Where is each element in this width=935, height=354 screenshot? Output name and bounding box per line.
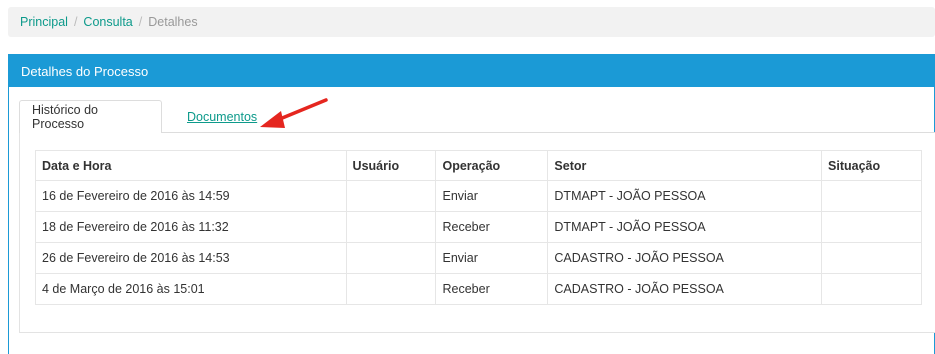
panel-title: Detalhes do Processo [9, 55, 934, 87]
cell-operacao: Enviar [435, 180, 549, 212]
cell-usuario [345, 273, 437, 305]
red-arrow-icon [260, 98, 328, 128]
cell-operacao: Receber [435, 273, 549, 305]
cell-setor: CADASTRO - JOÃO PESSOA [547, 273, 823, 305]
cell-usuario [345, 242, 437, 274]
tab-historico[interactable]: Histórico do Processo [19, 100, 162, 134]
process-details-panel: Detalhes do Processo Histórico do Proces… [8, 54, 935, 354]
cell-data-hora: 18 de Fevereiro de 2016 às 11:32 [35, 211, 347, 243]
column-header-situacao: Situação [821, 150, 922, 181]
column-header-usuario: Usuário [345, 150, 437, 181]
cell-data-hora: 26 de Fevereiro de 2016 às 14:53 [35, 242, 347, 274]
table-row: 4 de Março de 2016 às 15:01 Receber CADA… [35, 273, 922, 305]
cell-setor: CADASTRO - JOÃO PESSOA [547, 242, 823, 274]
tab-documentos[interactable]: Documentos [175, 100, 269, 133]
cell-situacao [821, 211, 922, 243]
breadcrumb-separator: / [138, 15, 143, 29]
cell-setor: DTMAPT - JOÃO PESSOA [547, 211, 823, 243]
table-header-row: Data e Hora Usuário Operação Setor Situa… [35, 150, 922, 181]
breadcrumb-consulta[interactable]: Consulta [83, 15, 132, 29]
breadcrumb-current: Detalhes [148, 15, 198, 29]
cell-situacao [821, 180, 922, 212]
tab-content: Data e Hora Usuário Operação Setor Situa… [19, 133, 935, 333]
cell-usuario [345, 211, 437, 243]
cell-situacao [821, 273, 922, 305]
cell-data-hora: 16 de Fevereiro de 2016 às 14:59 [35, 180, 347, 212]
breadcrumb-principal[interactable]: Principal [20, 15, 68, 29]
column-header-data-hora: Data e Hora [35, 150, 347, 181]
history-table: Data e Hora Usuário Operação Setor Situa… [35, 150, 922, 305]
column-header-operacao: Operação [435, 150, 549, 181]
cell-operacao: Enviar [435, 242, 549, 274]
cell-data-hora: 4 de Março de 2016 às 15:01 [35, 273, 347, 305]
cell-situacao [821, 242, 922, 274]
tab-bar: Histórico do Processo Documentos [19, 100, 935, 134]
table-row: 16 de Fevereiro de 2016 às 14:59 Enviar … [35, 180, 922, 212]
column-header-setor: Setor [547, 150, 823, 181]
cell-setor: DTMAPT - JOÃO PESSOA [547, 180, 823, 212]
table-row: 26 de Fevereiro de 2016 às 14:53 Enviar … [35, 242, 922, 274]
breadcrumb-separator: / [73, 15, 78, 29]
breadcrumb: Principal / Consulta / Detalhes [8, 7, 935, 37]
table-row: 18 de Fevereiro de 2016 às 11:32 Receber… [35, 211, 922, 243]
cell-operacao: Receber [435, 211, 549, 243]
cell-usuario [345, 180, 437, 212]
